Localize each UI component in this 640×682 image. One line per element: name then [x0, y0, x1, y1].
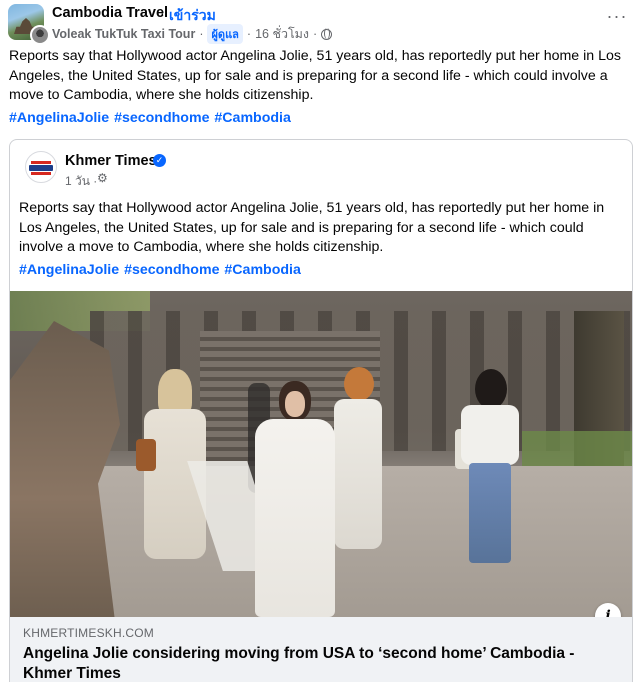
group-name-link[interactable]: Cambodia Travel [52, 5, 168, 21]
article-photo[interactable]: i [10, 291, 632, 617]
post-timestamp[interactable]: 16 ชั่วโมง [255, 24, 309, 44]
logo-stripe [31, 161, 51, 164]
link-domain: KHMERTIMESKH.COM [23, 626, 154, 640]
person-dark-hair [455, 369, 525, 569]
logo-bar [29, 165, 53, 171]
author-name-link[interactable]: Voleak TukTuk Taxi Tour [52, 27, 195, 41]
shared-post-text: Reports say that Hollywood actor Angelin… [19, 200, 605, 255]
naga-statue [10, 321, 120, 617]
more-options-button[interactable]: ··· [603, 6, 631, 34]
post-meta: Voleak TukTuk Taxi Tour · ผู้ดูแล · 16 ช… [52, 24, 333, 44]
link-title[interactable]: Angelina Jolie considering moving from U… [23, 644, 583, 682]
author-avatar[interactable] [30, 25, 50, 45]
feed-post: Cambodia Travel · เข้าร่วม Voleak TukTuk… [0, 0, 640, 682]
admin-badge: ผู้ดูแล [207, 24, 243, 44]
shirt [461, 405, 519, 465]
shared-timestamp[interactable]: 1 วัน · [65, 172, 97, 191]
globe-icon [321, 28, 333, 40]
logo-stripe [31, 172, 51, 175]
gear-icon: ⚙ [97, 171, 108, 185]
meta-separator: · [246, 27, 252, 41]
verified-badge-icon: ✓ [153, 154, 166, 167]
meta-separator: · [199, 27, 204, 41]
head [475, 369, 507, 409]
grass [522, 431, 632, 471]
person-main [187, 381, 355, 617]
page-avatar[interactable] [25, 151, 57, 183]
separator-dot: · [160, 5, 165, 21]
shared-post-card[interactable]: Khmer Times ✓ 1 วัน · ⚙ Reports say that… [9, 139, 633, 682]
handbag [136, 439, 156, 471]
white-outfit [255, 419, 335, 617]
jeans [469, 463, 511, 563]
page-name-link[interactable]: Khmer Times [65, 153, 157, 169]
face [285, 391, 305, 417]
link-preview[interactable]: KHMERTIMESKH.COM Angelina Jolie consider… [10, 617, 632, 682]
post-text: Reports say that Hollywood actor Angelin… [9, 48, 621, 103]
post-hashtags[interactable]: #AngelinaJolie #secondhome #Cambodia [9, 110, 291, 126]
shared-hashtags[interactable]: #AngelinaJolie #secondhome #Cambodia [19, 262, 301, 278]
meta-separator: · [313, 27, 318, 41]
